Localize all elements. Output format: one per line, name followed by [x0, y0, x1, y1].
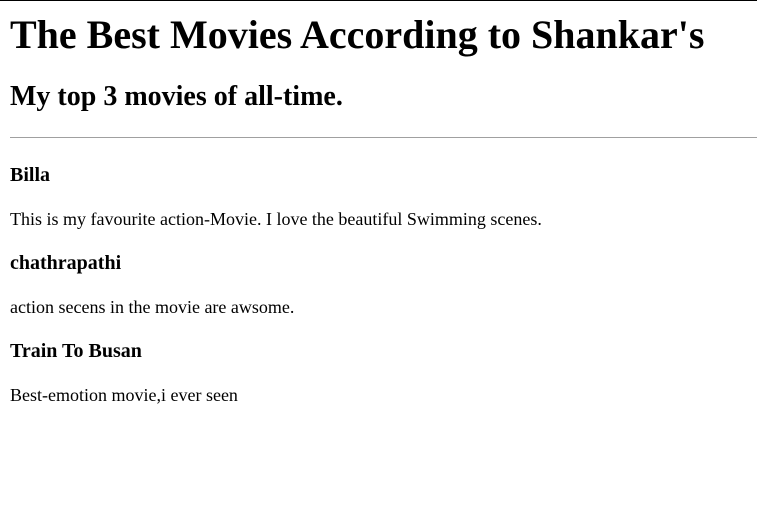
movie-entry: Billa This is my favourite action-Movie.… [10, 162, 757, 231]
movie-entry: Train To Busan Best-emotion movie,i ever… [10, 338, 757, 407]
page-title: The Best Movies According to Shankar's [10, 12, 705, 57]
movie-description: Best-emotion movie,i ever seen [10, 385, 238, 405]
movie-title: Train To Busan [10, 340, 142, 362]
page-subtitle: My top 3 movies of all-time. [10, 81, 343, 112]
movie-title: chathrapathi [10, 252, 122, 274]
page-content: The Best Movies According to Shankar's M… [0, 12, 757, 407]
movie-title: Billa [10, 164, 51, 186]
movie-description: This is my favourite action-Movie. I lov… [10, 209, 542, 229]
divider [10, 137, 757, 138]
movie-entry: chathrapathi action secens in the movie … [10, 250, 757, 319]
movie-description: action secens in the movie are awsome. [10, 297, 295, 317]
